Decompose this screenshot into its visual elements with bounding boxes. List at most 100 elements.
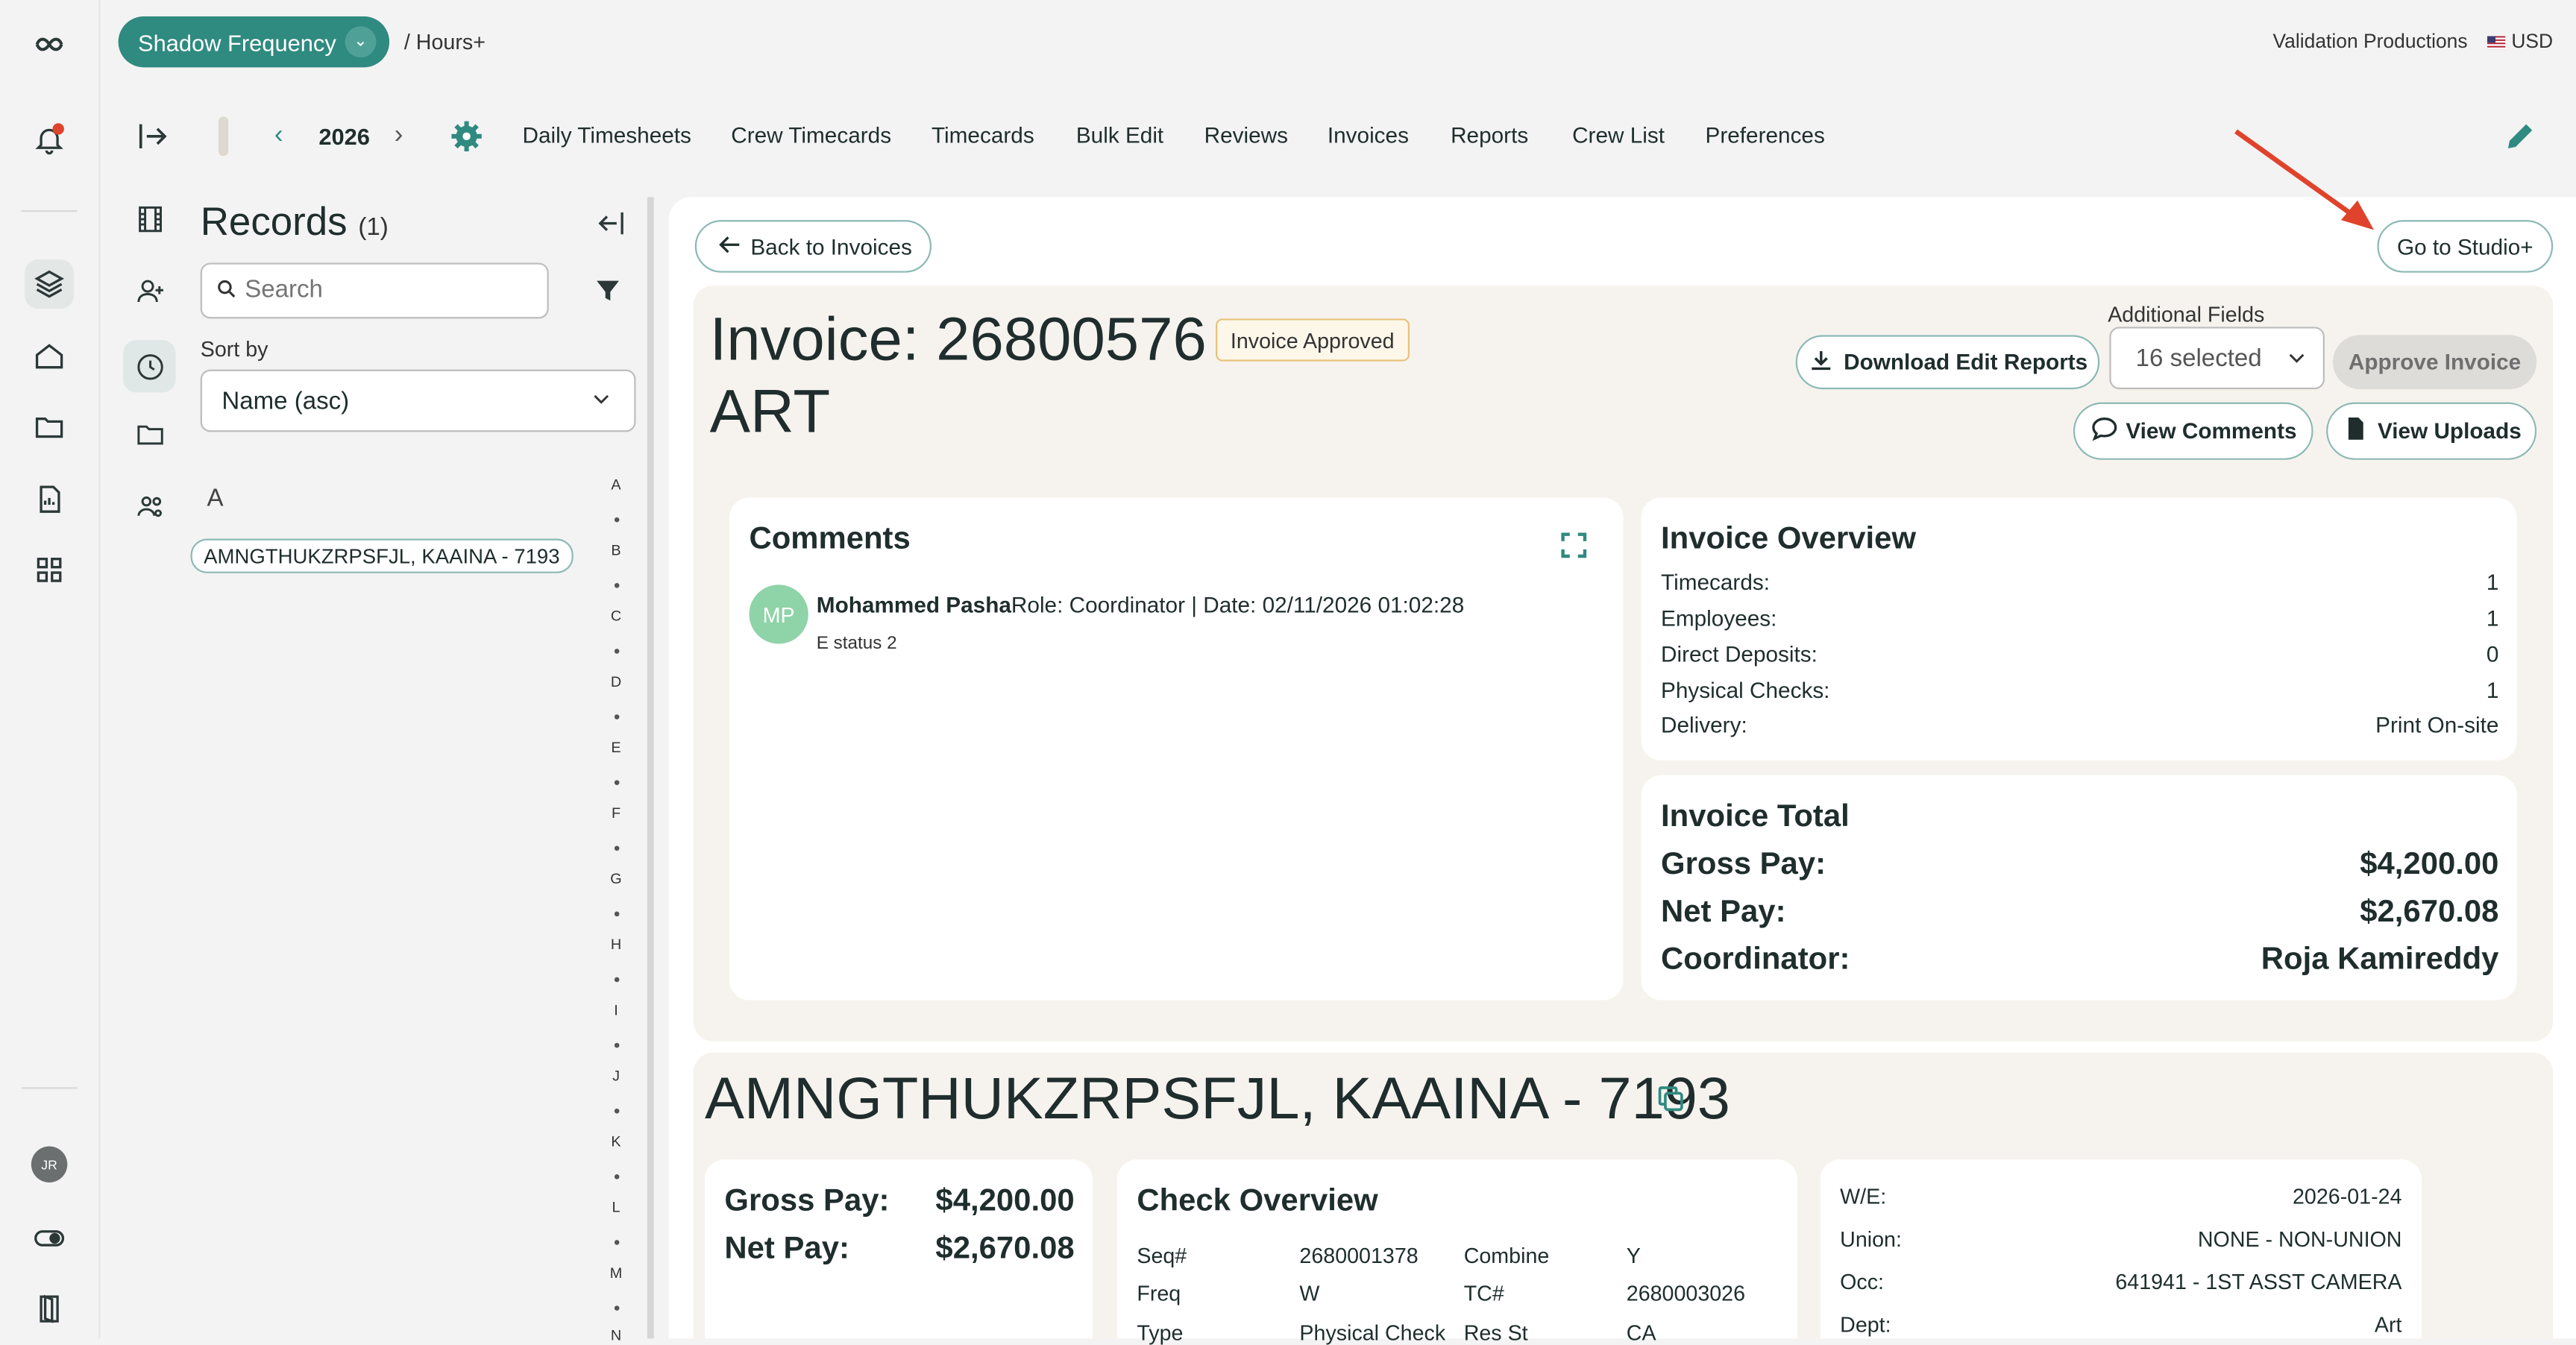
nav-preferences[interactable]: Preferences <box>1706 123 1825 148</box>
next-year-chevron-icon[interactable]: › <box>395 122 403 151</box>
app-logo-icon[interactable] <box>25 19 74 69</box>
nav-crew-list[interactable]: Crew List <box>1572 123 1665 148</box>
alpha-dot <box>614 714 620 719</box>
us-flag-icon <box>2487 36 2506 49</box>
home-icon[interactable] <box>25 332 74 381</box>
alpha-index-k[interactable]: K <box>609 1133 623 1150</box>
folder-icon[interactable] <box>25 403 74 452</box>
company-name: Validation Productions <box>2272 29 2468 53</box>
check-label: Combine <box>1463 1243 1550 1268</box>
currency-label: USD <box>2511 29 2554 53</box>
user-avatar[interactable]: JR <box>31 1146 68 1183</box>
invoice-subtitle: ART <box>709 377 831 445</box>
overview-value: 1 <box>2486 678 2499 703</box>
records-count: (1) <box>358 213 389 242</box>
nav-daily-timesheets[interactable]: Daily Timesheets <box>522 123 691 148</box>
nav-crew-timecards[interactable]: Crew Timecards <box>731 123 891 148</box>
nav-reports[interactable]: Reports <box>1451 123 1528 148</box>
approve-invoice-button[interactable]: Approve Invoice <box>2332 335 2537 390</box>
logout-door-icon[interactable] <box>25 1285 74 1334</box>
sort-by-label: Sort by <box>200 336 268 362</box>
rail-divider <box>21 1087 78 1089</box>
status-badge: Invoice Approved <box>1216 318 1410 362</box>
group-letter: A <box>207 484 224 513</box>
alpha-index-d[interactable]: D <box>609 673 623 690</box>
detail-label: Occ: <box>1840 1269 1885 1294</box>
report-doc-icon[interactable] <box>25 475 74 524</box>
clock-icon[interactable] <box>123 339 176 393</box>
expand-fullscreen-icon[interactable] <box>1557 529 1590 570</box>
year-label: 2026 <box>318 123 370 150</box>
comments-title: Comments <box>749 522 911 557</box>
alpha-index-g[interactable]: G <box>609 870 623 886</box>
prev-year-chevron-icon[interactable]: ‹ <box>274 122 283 151</box>
annotation-arrow-icon <box>2234 129 2375 230</box>
additional-fields-value: 16 selected <box>2135 344 2262 374</box>
alpha-dot <box>614 1174 620 1179</box>
alpha-index-a[interactable]: A <box>609 476 623 493</box>
records-title: Records (1) <box>201 201 389 247</box>
record-item[interactable]: AMNGTHUKZRPSFJL, KAAINA - 7193 <box>190 538 574 573</box>
search-field[interactable] <box>200 262 549 319</box>
alpha-index-b[interactable]: B <box>609 542 623 558</box>
invoice-overview-title: Invoice Overview <box>1661 522 1917 557</box>
notification-bell-icon[interactable] <box>25 115 74 164</box>
check-label: Freq <box>1137 1281 1181 1306</box>
sidebar-scrollbar[interactable] <box>647 197 654 1339</box>
check-value: CA <box>1626 1320 1656 1345</box>
currency-selector[interactable]: USD <box>2487 29 2554 53</box>
project-selector[interactable]: Shadow Frequency ⌄ <box>118 16 390 68</box>
alpha-index-c[interactable]: C <box>609 608 623 624</box>
alpha-index-i[interactable]: I <box>609 1002 623 1018</box>
apps-grid-icon[interactable] <box>25 545 74 594</box>
layers-icon[interactable] <box>25 259 75 309</box>
add-user-icon[interactable] <box>128 269 171 312</box>
check-label: TC# <box>1463 1281 1504 1306</box>
alpha-index-l[interactable]: L <box>609 1199 623 1215</box>
document-icon <box>2342 414 2372 448</box>
download-edit-reports-button[interactable]: Download Edit Reports <box>1795 335 2100 390</box>
alpha-index-e[interactable]: E <box>609 739 623 755</box>
check-value: 2680001378 <box>1299 1243 1419 1268</box>
check-label: Seq# <box>1137 1243 1187 1268</box>
notification-dot <box>52 123 64 135</box>
nav-reviews[interactable]: Reviews <box>1204 123 1288 148</box>
alpha-dot <box>614 1108 620 1114</box>
records-title-text: Records <box>200 200 348 245</box>
alpha-index-f[interactable]: F <box>609 804 623 821</box>
alpha-index-m[interactable]: M <box>609 1264 623 1281</box>
employee-name: AMNGTHUKZRPSFJL, KAAINA - 7193 <box>705 1064 1730 1132</box>
view-comments-button[interactable]: View Comments <box>2073 402 2313 460</box>
film-icon[interactable] <box>128 197 171 239</box>
folder-icon[interactable] <box>128 412 171 455</box>
alpha-index-n[interactable]: N <box>609 1327 623 1344</box>
check-label: Res St <box>1463 1320 1528 1345</box>
alpha-index-h[interactable]: H <box>609 936 623 953</box>
filter-icon[interactable] <box>593 276 623 314</box>
nav-timecards[interactable]: Timecards <box>932 123 1034 148</box>
back-to-invoices-button[interactable]: Back to Invoices <box>694 220 932 273</box>
expand-sidebar-icon[interactable] <box>135 119 171 154</box>
comment-header: Mohammed PashaRole: Coordinator | Date: … <box>817 593 1464 617</box>
copy-icon[interactable] <box>1654 1083 1687 1124</box>
team-settings-icon[interactable] <box>128 485 171 527</box>
detail-value: 641941 - 1ST ASST CAMERA <box>2115 1269 2402 1294</box>
toggle-icon[interactable] <box>25 1214 74 1263</box>
detail-label: Dept: <box>1840 1312 1891 1338</box>
alpha-index-j[interactable]: J <box>609 1068 623 1084</box>
comment-author: Mohammed Pasha <box>816 593 1011 618</box>
nav-invoices[interactable]: Invoices <box>1328 123 1409 148</box>
breadcrumb: / Hours+ <box>403 29 486 54</box>
search-input[interactable] <box>241 274 544 306</box>
view-uploads-button[interactable]: View Uploads <box>2326 402 2537 460</box>
go-to-studio-button[interactable]: Go to Studio+ <box>2377 220 2554 273</box>
settings-gear-icon[interactable] <box>448 119 484 154</box>
edit-pencil-icon[interactable] <box>2502 119 2538 154</box>
total-value: Roja Kamireddy <box>2261 942 2499 977</box>
nav-bulk-edit[interactable]: Bulk Edit <box>1076 123 1163 148</box>
sort-select[interactable]: Name (asc) <box>200 369 636 432</box>
collapse-sidebar-icon[interactable] <box>594 207 627 248</box>
alpha-dot <box>614 977 620 983</box>
alpha-dot <box>614 649 620 654</box>
additional-fields-select[interactable]: 16 selected <box>2109 327 2325 390</box>
